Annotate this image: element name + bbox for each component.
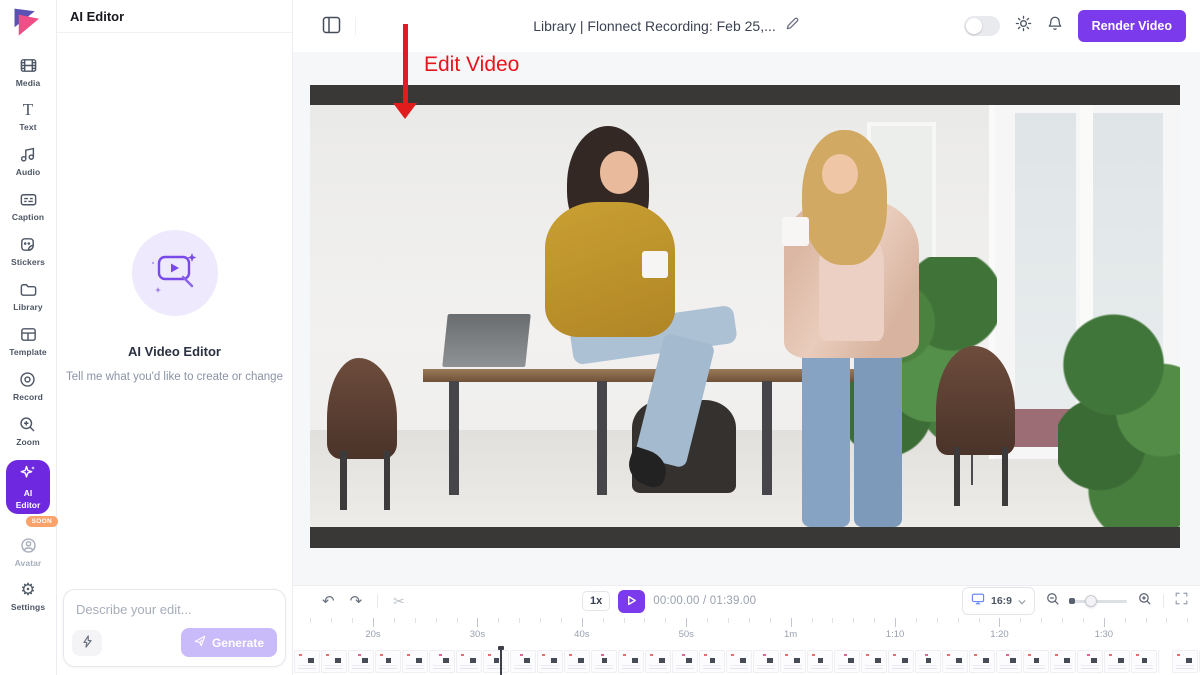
timeline-section: ↶ ↷ ✂ 1x 00:00.00 / 01:39.00 1 bbox=[293, 585, 1200, 675]
quick-actions-button[interactable] bbox=[72, 630, 102, 656]
monitor-icon bbox=[971, 592, 985, 610]
flonnect-logo[interactable] bbox=[11, 7, 45, 44]
slider-knob[interactable] bbox=[1085, 595, 1097, 607]
aspect-ratio-dropdown[interactable]: 16:9 bbox=[962, 587, 1035, 615]
sidebar-item-label: Media bbox=[16, 78, 41, 88]
annotation-label: Edit Video bbox=[424, 53, 519, 77]
timeline-zoom-out-icon[interactable] bbox=[1046, 592, 1060, 611]
theme-toggle[interactable] bbox=[964, 16, 1000, 36]
undo-icon[interactable]: ↶ bbox=[322, 594, 335, 609]
plant-shape bbox=[1058, 308, 1180, 527]
sidebar-item-label: Template bbox=[9, 347, 47, 357]
sidebar-item-label: Settings bbox=[11, 602, 45, 612]
icon-rail: Media T Text Audio Caption Stickers bbox=[0, 0, 57, 675]
annotation-arrow-head bbox=[393, 103, 417, 119]
film-icon bbox=[19, 56, 38, 75]
sidebar-item-label: Library bbox=[13, 302, 43, 312]
sidebar-item-stickers[interactable]: Stickers bbox=[11, 235, 45, 267]
slider-fill-mark bbox=[1069, 598, 1075, 604]
sidebar-item-settings[interactable]: ⚙ Settings bbox=[11, 581, 45, 612]
timeline-track[interactable] bbox=[293, 650, 1200, 673]
sticker-icon bbox=[18, 235, 37, 254]
sidebar-item-label: Caption bbox=[12, 212, 44, 222]
playback-speed-button[interactable]: 1x bbox=[582, 591, 610, 611]
sidebar-item-media[interactable]: Media bbox=[16, 56, 41, 88]
sidebar-item-zoom[interactable]: Zoom bbox=[16, 415, 40, 447]
sidebar-item-text[interactable]: T Text bbox=[19, 101, 36, 132]
render-video-button[interactable]: Render Video bbox=[1078, 10, 1186, 42]
playhead-marker[interactable] bbox=[500, 648, 502, 675]
fullscreen-icon[interactable] bbox=[1175, 592, 1188, 610]
ai-empty-title: AI Video Editor bbox=[57, 344, 292, 359]
sidebar-item-ai-editor[interactable]: AI Editor SOON bbox=[6, 460, 50, 520]
sidebar-item-caption[interactable]: Caption bbox=[12, 190, 44, 222]
edit-prompt-input[interactable] bbox=[64, 590, 285, 621]
panel-title: AI Editor bbox=[57, 0, 292, 33]
sidebar-item-label: Audio bbox=[16, 167, 41, 177]
play-icon bbox=[626, 594, 637, 609]
ai-editor-label-line1: AI bbox=[24, 489, 33, 499]
folder-icon bbox=[19, 280, 38, 299]
project-title[interactable]: Library | Flonnect Recording: Feb 25,... bbox=[533, 18, 776, 34]
generate-button[interactable]: Generate bbox=[181, 628, 277, 657]
play-button[interactable] bbox=[618, 590, 645, 613]
chair-shape bbox=[327, 358, 397, 459]
generate-label: Generate bbox=[212, 636, 264, 650]
record-icon bbox=[18, 370, 37, 389]
light-mode-sun-icon[interactable] bbox=[1015, 15, 1032, 37]
chevron-down-icon bbox=[1018, 592, 1026, 610]
notifications-bell-icon[interactable] bbox=[1047, 15, 1063, 37]
prompt-box: Generate bbox=[63, 589, 286, 667]
sidebar-item-template[interactable]: Template bbox=[9, 325, 47, 357]
controls-divider bbox=[1163, 594, 1164, 608]
sidebar-item-label: Text bbox=[19, 122, 36, 132]
toggle-knob bbox=[966, 18, 982, 34]
send-icon bbox=[194, 635, 206, 650]
controls-divider bbox=[377, 594, 378, 608]
sidebar-item-avatar[interactable]: Avatar bbox=[15, 536, 42, 568]
ai-editor-panel: AI Editor AI Video Editor Tell me what y… bbox=[57, 0, 293, 675]
timecode-display: 00:00.00 / 01:39.00 bbox=[653, 595, 756, 607]
video-clip-filmstrip-2[interactable] bbox=[1172, 650, 1200, 673]
music-note-icon bbox=[18, 145, 37, 164]
ai-editor-label-line2: Editor bbox=[16, 501, 41, 511]
sidebar-item-label: Avatar bbox=[15, 558, 42, 568]
main-area: Library | Flonnect Recording: Feb 25,...… bbox=[293, 0, 1200, 675]
edit-pencil-icon[interactable] bbox=[785, 16, 800, 36]
sidebar-item-label: Stickers bbox=[11, 257, 45, 267]
redo-icon[interactable]: ↷ bbox=[350, 594, 363, 609]
sidebar-item-label: Record bbox=[13, 392, 43, 402]
sidebar-item-audio[interactable]: Audio bbox=[16, 145, 41, 177]
ai-empty-state: AI Video Editor Tell me what you'd like … bbox=[57, 230, 292, 385]
timeline-zoom-slider[interactable] bbox=[1071, 600, 1127, 603]
annotation-arrow bbox=[403, 24, 408, 105]
sidebar-item-record[interactable]: Record bbox=[13, 370, 43, 402]
editor-header: Library | Flonnect Recording: Feb 25,...… bbox=[293, 0, 1200, 52]
video-clip-filmstrip[interactable] bbox=[294, 650, 1160, 673]
soon-badge: SOON bbox=[26, 516, 58, 527]
video-preview-image bbox=[310, 105, 1180, 527]
layout-icon bbox=[19, 325, 38, 344]
sidebar-item-library[interactable]: Library bbox=[13, 280, 43, 312]
timeline-ruler[interactable]: 20s30s40s50s1m1:101:201:30 bbox=[293, 616, 1200, 648]
text-icon: T bbox=[23, 101, 33, 119]
lightning-icon bbox=[81, 635, 94, 651]
timeline-zoom-in-icon[interactable] bbox=[1138, 592, 1152, 611]
video-preview-frame[interactable] bbox=[310, 85, 1180, 548]
ai-empty-subtitle: Tell me what you'd like to create or cha… bbox=[57, 369, 292, 385]
ai-video-editor-icon bbox=[132, 230, 218, 316]
caption-icon bbox=[19, 190, 38, 209]
aspect-ratio-value: 16:9 bbox=[991, 595, 1012, 607]
person-right-shape bbox=[802, 341, 851, 527]
sparkles-icon bbox=[19, 464, 37, 487]
zoom-in-icon bbox=[18, 415, 37, 434]
sidebar-item-label: Zoom bbox=[16, 437, 40, 447]
ai-editor-button[interactable]: AI Editor bbox=[6, 460, 50, 514]
laptop-shape bbox=[442, 314, 530, 367]
gear-icon: ⚙ bbox=[20, 581, 35, 599]
avatar-icon bbox=[19, 536, 38, 555]
split-scissors-icon[interactable]: ✂ bbox=[393, 594, 405, 608]
